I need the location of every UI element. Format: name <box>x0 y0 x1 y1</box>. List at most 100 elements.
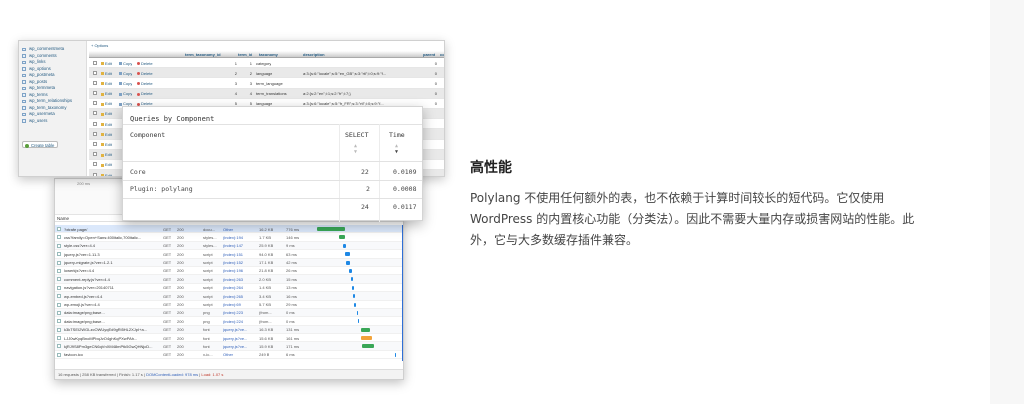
request-initiator[interactable]: Other <box>223 227 247 232</box>
row-checkbox[interactable] <box>93 91 97 96</box>
edit-link[interactable]: Edit <box>101 152 112 157</box>
request-initiator[interactable]: jquery.js?ve... <box>223 327 247 332</box>
row-checkbox[interactable] <box>93 101 97 106</box>
network-request-row[interactable]: data:image/png;base... GET 200 png (index):2… <box>55 308 403 318</box>
row-checkbox[interactable] <box>93 111 97 116</box>
row-checkbox[interactable] <box>93 80 97 85</box>
copy-link[interactable]: Copy <box>119 91 132 96</box>
delete-link[interactable]: Delete <box>137 71 153 76</box>
network-request-row[interactable]: data:image/png;base... GET 200 png (index):2… <box>55 317 403 326</box>
request-initiator[interactable]: (index):264 <box>223 285 247 290</box>
request-initiator[interactable]: (index):223 <box>223 310 247 315</box>
request-initiator[interactable]: jquery.js?ve... <box>223 336 247 341</box>
network-request-row[interactable]: kjRJ9S8Pm3geCN6qVnXM48mPtk5GwQHNjcD... GE… <box>55 342 403 351</box>
row-checkbox[interactable] <box>93 131 97 136</box>
request-size: 25.9 KB <box>259 243 274 249</box>
col-taxonomy[interactable]: taxonomy <box>259 52 278 57</box>
delete-link[interactable]: Delete <box>137 81 153 86</box>
table-name: wp_terms <box>29 91 48 97</box>
request-initiator[interactable]: Other <box>223 352 247 357</box>
edit-link[interactable]: Edit <box>101 81 112 86</box>
network-request-list[interactable]: ?xtrafe page/GET 200 docu... Other 16.2 KB 77… <box>55 225 403 360</box>
cell-count: 0 <box>437 71 444 76</box>
edit-link[interactable]: Edit <box>101 173 112 176</box>
edit-label: Edit <box>105 152 112 158</box>
finish-time: Finish: 1.17 s <box>119 372 143 377</box>
network-request-row[interactable]: LJJ0wKyqBnoMPbqJvO4ghKqPXwPAh... GET 200 fo… <box>55 334 403 343</box>
edit-link[interactable]: Edit <box>101 142 112 147</box>
row-checkbox[interactable] <box>93 152 97 157</box>
table-name: wp_term_relationships <box>29 98 72 103</box>
network-request-row[interactable]: wp-embed.js?ver=4.4 GET 200 script (index):2… <box>55 292 403 301</box>
options-link[interactable]: + Options <box>91 43 108 48</box>
row-checkbox[interactable] <box>93 172 97 176</box>
row-checkbox[interactable] <box>93 142 97 146</box>
network-request-row[interactable]: k3kTSEI2WGLzcOWUyqEd9gRi5HL2XJpI+a... GET… <box>55 325 403 335</box>
request-method: GET <box>163 234 172 240</box>
waterfall-bar <box>361 336 372 341</box>
table-name: wp_commentmeta <box>29 46 65 51</box>
request-initiator[interactable]: (index):194 <box>223 235 247 240</box>
edit-link[interactable]: Edit <box>101 132 112 137</box>
sort-asc-icon[interactable]: ▲ ▼ <box>354 143 357 155</box>
create-table-button[interactable]: Create table <box>22 141 59 148</box>
network-request-row[interactable]: ?xtrafe page/GET 200 docu... Other 16.2 KB 77… <box>55 225 403 234</box>
edit-link[interactable]: Edit <box>101 91 112 96</box>
network-request-row[interactable]: jquery.js?ver=1.11.3 GET 200 script (index):… <box>55 250 403 259</box>
request-initiator[interactable]: (index):263 <box>223 277 247 282</box>
network-request-row[interactable]: lowerkjs?ver=4.4 GET 200 script (index):196 2… <box>55 267 403 276</box>
request-initiator[interactable]: (index):152 <box>223 260 247 265</box>
row-checkbox[interactable] <box>93 162 97 167</box>
network-request-row[interactable]: css?family=Open+Sans:400italic,700italic… <box>55 233 403 242</box>
request-initiator[interactable]: (index):69 <box>223 302 247 307</box>
edit-label: Edit <box>105 111 112 117</box>
request-initiator[interactable]: (index):147 <box>223 243 247 248</box>
delete-link[interactable]: Delete <box>137 91 153 96</box>
delete-link[interactable]: Delete <box>137 61 153 66</box>
edit-link[interactable]: Edit <box>101 71 112 76</box>
edit-link[interactable]: Edit <box>101 162 112 167</box>
copy-link[interactable]: Copy <box>119 71 132 76</box>
copy-link[interactable]: Copy <box>119 61 132 66</box>
col-component[interactable]: Component <box>130 131 165 139</box>
cell-description: a:2:{s:2:"en";i:1;s:2:"fr";i:7;} <box>303 91 351 97</box>
col-parent[interactable]: parent <box>423 52 435 57</box>
col-term-id[interactable]: term_id <box>238 52 252 57</box>
file-icon <box>57 327 61 332</box>
network-request-row[interactable]: comment-reply.js?ver=4.4 GET 200 script (ind… <box>55 275 403 284</box>
request-initiator[interactable]: (index):151 <box>223 252 247 257</box>
network-request-row[interactable]: navigation.js?ver=20140711 GET 200 script (i… <box>55 284 403 293</box>
col-description[interactable]: description <box>303 52 325 57</box>
request-type: x-ic... <box>203 352 213 358</box>
col-select[interactable]: SELECT <box>345 131 368 139</box>
edit-link[interactable]: Edit <box>101 122 112 127</box>
col-time[interactable]: Time <box>389 131 405 139</box>
col-term-taxonomy-id[interactable]: term_taxonomy_id <box>185 52 221 57</box>
row-checkbox[interactable] <box>93 70 97 75</box>
request-time: 16 ms <box>286 293 297 299</box>
queries-by-component-panel: Queries by Component Component SELECT Ti… <box>122 106 423 222</box>
request-initiator[interactable]: (index):224 <box>223 319 247 324</box>
network-request-row[interactable]: style.css?ver=4.4 GET 200 styles... (index):… <box>55 241 403 251</box>
row-checkbox[interactable] <box>93 121 97 126</box>
network-request-row[interactable]: wp-emoji.js?ver=4.4 GET 200 script (index):6… <box>55 301 403 309</box>
copy-link[interactable]: Copy <box>119 81 132 86</box>
table-name: wp_posts <box>29 78 48 84</box>
request-initiator[interactable]: (index):265 <box>223 294 247 299</box>
col-count[interactable]: count <box>440 52 444 57</box>
edit-link[interactable]: Edit <box>101 61 112 66</box>
cell-term-taxonomy-id: 1 <box>234 60 237 66</box>
request-initiator[interactable]: jquery.js?ve... <box>223 344 247 349</box>
sort-desc-icon[interactable]: ▲ ▼ <box>395 143 398 155</box>
edit-link[interactable]: Edit <box>101 101 112 106</box>
request-size: (from... <box>259 310 272 316</box>
network-request-row[interactable]: favicon.ico GET 200 x-ic... Other 249 B 6 ms <box>55 351 403 360</box>
sidebar-table-item[interactable]: wp_users <box>19 118 86 125</box>
request-initiator[interactable]: (index):196 <box>223 268 247 273</box>
edit-link[interactable]: Edit <box>101 111 112 116</box>
table-icon <box>22 60 26 64</box>
row-checkbox[interactable] <box>93 60 97 65</box>
dom-content-loaded: DOMContentLoaded: 978 ms <box>146 372 199 377</box>
network-request-row[interactable]: jquery-migrate.js?ver=1.2.1 GET 200 script (… <box>55 258 403 267</box>
cell-parent: 0 <box>434 70 437 76</box>
